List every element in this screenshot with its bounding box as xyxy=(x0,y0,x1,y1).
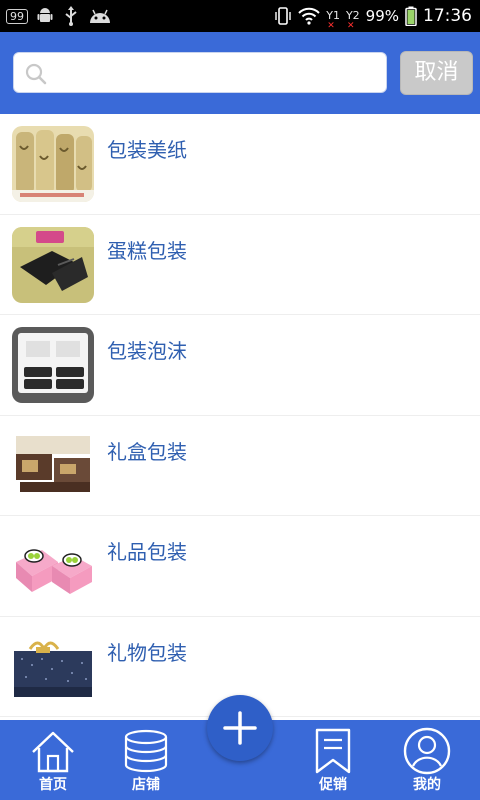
item-label: 包装泡沫 xyxy=(107,339,187,363)
wifi-icon xyxy=(298,7,320,25)
sim1-signal: Y1 ✕ xyxy=(326,9,340,32)
item-label: 包装美纸 xyxy=(107,138,187,162)
add-button[interactable] xyxy=(207,695,273,761)
list-item[interactable]: 包装泡沫 xyxy=(0,315,480,416)
home-icon xyxy=(32,731,74,773)
nav-profile[interactable]: 我的 xyxy=(387,720,467,800)
nav-label: 首页 xyxy=(39,777,67,793)
android-icon xyxy=(37,8,53,22)
sim2-signal: Y2 ✕ xyxy=(345,9,360,32)
search-input[interactable] xyxy=(58,57,378,89)
list-item[interactable]: 礼品包装 xyxy=(0,516,480,617)
nav-label: 我的 xyxy=(413,777,441,793)
nav-home[interactable]: 首页 xyxy=(13,720,93,800)
nav-label: 促销 xyxy=(319,777,347,793)
usb-icon xyxy=(65,6,77,26)
nav-promotions[interactable]: 促销 xyxy=(293,720,373,800)
battery-icon xyxy=(405,6,417,26)
search-header: 取消 xyxy=(0,32,480,114)
clock: 17:36 xyxy=(423,6,472,26)
search-icon xyxy=(25,63,47,85)
gift-box-thumbnail xyxy=(12,427,94,504)
battery-percent: 99% xyxy=(365,7,399,25)
item-label: 蛋糕包装 xyxy=(107,238,187,263)
present-box-thumbnail xyxy=(12,628,94,705)
gift-wrap-thumbnail xyxy=(12,528,94,604)
search-box[interactable] xyxy=(13,52,387,93)
vibrate-icon xyxy=(275,7,291,25)
profile-icon xyxy=(403,727,451,775)
foam-packaging-thumbnail xyxy=(12,327,94,403)
android-debug-icon xyxy=(90,9,110,23)
cake-box-thumbnail xyxy=(12,226,94,303)
item-label: 礼品包装 xyxy=(107,540,187,564)
status-bar: 99 Y1 ✕ Y2 ✕ 99% 17:36 xyxy=(0,0,480,32)
list-item[interactable]: 包装美纸 xyxy=(0,114,480,215)
bookmark-icon xyxy=(315,728,351,774)
nav-label: 店铺 xyxy=(132,777,160,793)
nav-store[interactable]: 店铺 xyxy=(106,720,186,800)
notification-count-badge: 99 xyxy=(6,8,28,24)
store-icon xyxy=(124,729,168,773)
wrapping-paper-thumbnail xyxy=(12,126,94,202)
category-list: 包装美纸 蛋糕包装 包装泡沫 礼盒包装 礼品包装 礼物包装 xyxy=(0,114,480,717)
item-label: 礼盒包装 xyxy=(107,439,187,464)
cancel-button[interactable]: 取消 xyxy=(400,51,473,95)
list-item[interactable]: 礼盒包装 xyxy=(0,416,480,516)
item-label: 礼物包装 xyxy=(107,640,187,665)
list-item[interactable]: 蛋糕包装 xyxy=(0,215,480,315)
plus-icon xyxy=(223,711,257,745)
